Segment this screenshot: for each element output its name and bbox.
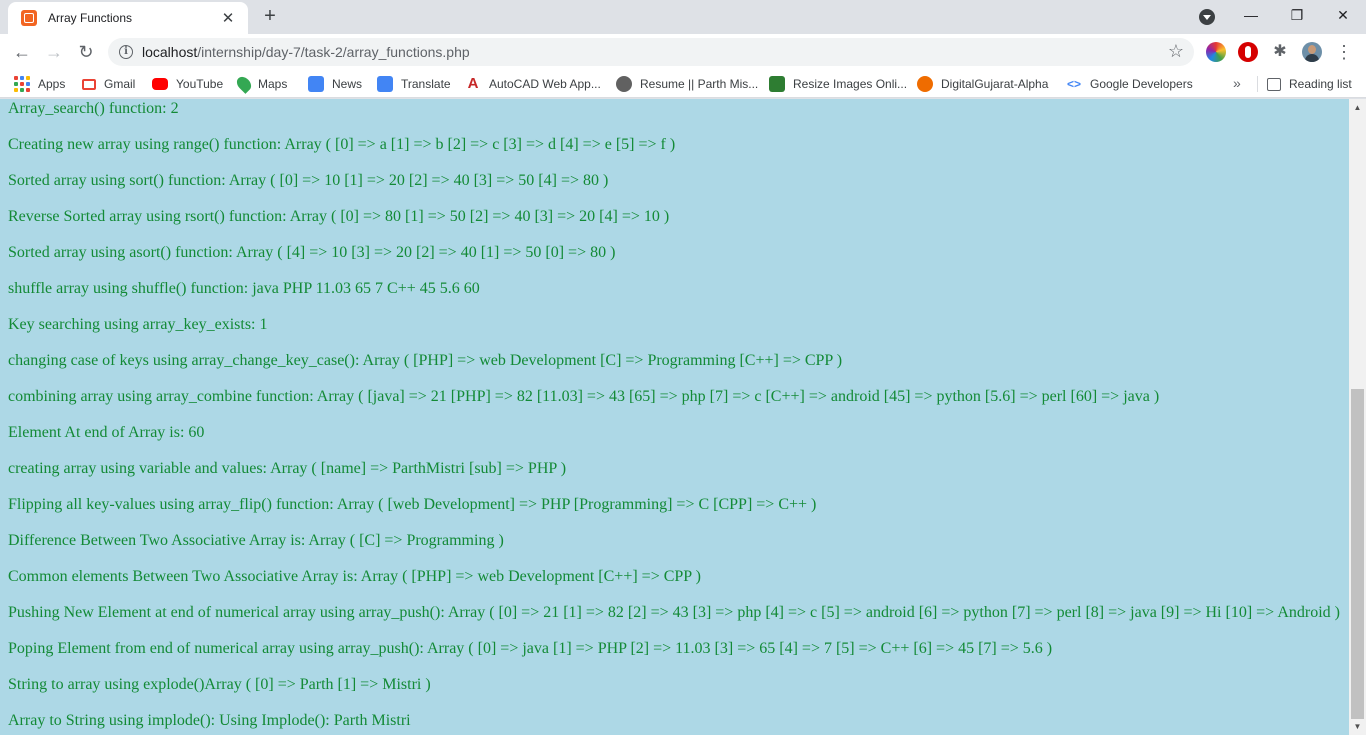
tab-title: Array Functions	[48, 11, 133, 25]
output-line: Poping Element from end of numerical arr…	[8, 640, 1053, 657]
url-path: /internship/day-7/task-2/array_functions…	[197, 44, 470, 60]
maps-icon	[234, 74, 254, 94]
resume-icon	[616, 76, 632, 92]
bookmark-label: Resize Images Onli...	[793, 77, 908, 91]
gmail-icon	[82, 78, 96, 90]
output-line: Creating new array using range() functio…	[8, 136, 676, 153]
output-line: changing case of keys using array_change…	[8, 352, 843, 369]
youtube-icon	[152, 78, 168, 90]
bookmark-youtube[interactable]: YouTube	[152, 75, 223, 93]
tab-array-functions[interactable]: Array Functions ✕	[8, 2, 248, 34]
bookmark-google-developers[interactable]: <> Google Developers	[1066, 75, 1193, 93]
bookmark-label: Apps	[38, 77, 66, 91]
bookmark-resume[interactable]: Resume || Parth Mis...	[616, 75, 758, 93]
output-line: Difference Between Two Associative Array…	[8, 532, 504, 549]
autocad-icon: A	[467, 75, 479, 92]
news-icon	[308, 76, 324, 92]
xampp-favicon-icon	[21, 10, 37, 26]
bookmark-label: Maps	[258, 77, 288, 91]
output-line: String to array using explode()Array ( […	[8, 676, 431, 693]
output-line: Array_search() function: 2	[8, 100, 179, 117]
vertical-scrollbar[interactable]: ▲ ▼	[1349, 99, 1366, 735]
output-line: Common elements Between Two Associative …	[8, 568, 701, 585]
bookmark-star-icon[interactable]: ☆	[1168, 41, 1184, 62]
bookmark-label: YouTube	[176, 77, 224, 91]
back-arrow-icon[interactable]: ←	[8, 38, 36, 66]
digitalgujarat-icon	[917, 76, 933, 92]
bookmarks-bar: Apps Gmail YouTube Maps News Translate A…	[0, 70, 1366, 98]
color-picker-extension-icon[interactable]	[1206, 42, 1226, 62]
reload-icon[interactable]: ↻	[72, 38, 100, 66]
output-line: combining array using array_combine func…	[8, 388, 1160, 405]
output-line: Pushing New Element at end of numerical …	[8, 604, 1340, 621]
bookmark-gmail[interactable]: Gmail	[82, 75, 135, 93]
bookmark-label: Resume || Parth Mis...	[640, 77, 759, 91]
bookmarks-divider	[1257, 76, 1258, 92]
bookmark-digitalgujarat[interactable]: DigitalGujarat-Alpha	[917, 75, 1048, 93]
bookmark-resize-images[interactable]: Resize Images Onli...	[769, 75, 907, 93]
tab-strip: Array Functions ✕ + — ❐ ✕	[0, 0, 1366, 34]
page-content: Array_search() function: 2 Creating new …	[0, 99, 1349, 735]
reading-list-label: Reading list	[1289, 77, 1352, 91]
scroll-down-arrow-icon[interactable]: ▼	[1349, 718, 1366, 735]
output-line: Element At end of Array is: 60	[8, 424, 205, 441]
minimize-button[interactable]: —	[1228, 0, 1274, 32]
resize-icon	[769, 76, 785, 92]
tab-close-icon[interactable]: ✕	[218, 9, 238, 27]
chrome-menu-icon[interactable]: ⋮	[1334, 38, 1354, 66]
translate-icon	[377, 76, 393, 92]
output-line: shuffle array using shuffle() function: …	[8, 280, 480, 297]
extensions-puzzle-icon[interactable]: ✱	[1270, 42, 1290, 62]
apps-grid-icon	[14, 76, 30, 92]
reading-list-icon	[1267, 77, 1281, 91]
output-line: creating array using variable and values…	[8, 460, 567, 477]
browser-toolbar: ← → ↻ i localhost/internship/day-7/task-…	[0, 34, 1366, 70]
bookmark-label: DigitalGujarat-Alpha	[941, 77, 1049, 91]
output-line: Sorted array using sort() function: Arra…	[8, 172, 609, 189]
site-info-icon[interactable]: i	[119, 45, 133, 59]
bookmark-news[interactable]: News	[308, 75, 362, 93]
tab-search-icon[interactable]	[1199, 9, 1215, 25]
output-line: Reverse Sorted array using rsort() funct…	[8, 208, 670, 225]
bookmark-translate[interactable]: Translate	[377, 75, 451, 93]
bookmark-autocad[interactable]: A AutoCAD Web App...	[465, 75, 601, 93]
bookmarks-overflow-icon[interactable]: »	[1233, 75, 1241, 91]
forward-arrow-icon[interactable]: →	[40, 38, 68, 66]
bookmark-maps[interactable]: Maps	[234, 74, 288, 94]
output-line: Array to String using implode(): Using I…	[8, 712, 411, 729]
bookmark-label: Gmail	[104, 77, 136, 91]
url-text[interactable]: localhost/internship/day-7/task-2/array_…	[142, 44, 470, 60]
url-host: localhost	[142, 44, 198, 60]
output-line: Flipping all key-values using array_flip…	[8, 496, 817, 513]
window-close-button[interactable]: ✕	[1320, 0, 1366, 32]
output-line: Sorted array using asort() function: Arr…	[8, 244, 616, 261]
bookmark-label: Google Developers	[1090, 77, 1193, 91]
bookmark-label: AutoCAD Web App...	[489, 77, 601, 91]
scroll-up-arrow-icon[interactable]: ▲	[1349, 99, 1366, 116]
restore-button[interactable]: ❐	[1274, 0, 1320, 32]
bookmark-label: Translate	[401, 77, 451, 91]
bookmark-label: News	[332, 77, 363, 91]
reading-list-button[interactable]: Reading list	[1267, 75, 1352, 93]
adblock-extension-icon[interactable]	[1238, 42, 1258, 62]
new-tab-button[interactable]: +	[258, 5, 282, 29]
address-bar[interactable]: i localhost/internship/day-7/task-2/arra…	[108, 38, 1194, 66]
profile-avatar[interactable]	[1302, 42, 1322, 62]
google-developers-icon: <>	[1066, 77, 1081, 91]
bookmark-apps[interactable]: Apps	[14, 75, 65, 93]
scrollbar-thumb[interactable]	[1351, 389, 1364, 719]
output-line: Key searching using array_key_exists: 1	[8, 316, 268, 333]
